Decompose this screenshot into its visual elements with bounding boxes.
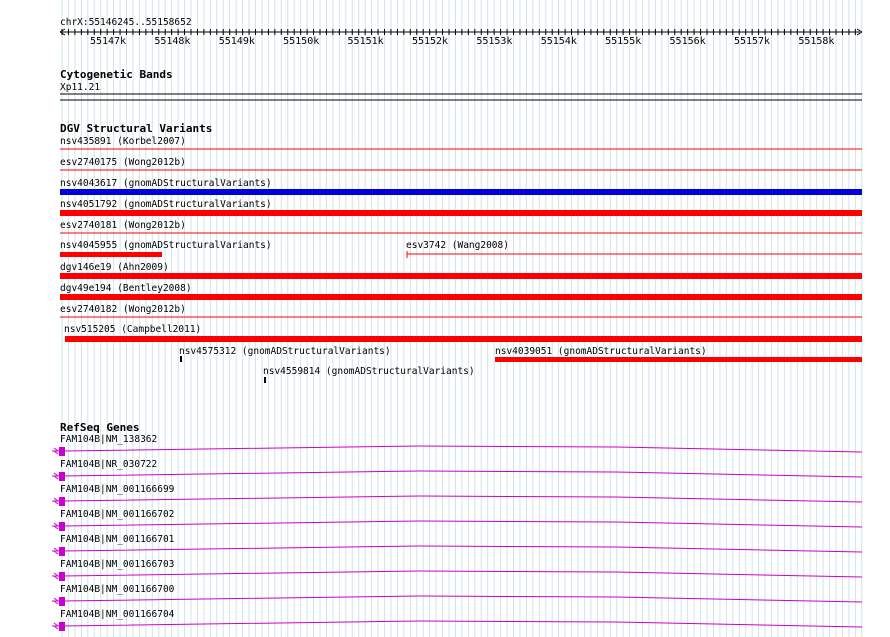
- gene-exon: [59, 497, 65, 506]
- genome-browser: chrX:55146245..55158652 55147k 55148k 5514…: [52, 0, 863, 637]
- variant-label: nsv4043617 (gnomADStructuralVariants): [60, 178, 272, 189]
- refseq-gene-list: FAM104B|NM_138362 FAM104B|NR_030722 FAM104…: [52, 434, 863, 631]
- gene-label: FAM104B|NR_030722: [60, 459, 157, 470]
- variant-feature[interactable]: esv2740182 (Wong2012b): [60, 304, 862, 318]
- variant-feature[interactable]: nsv515205 (Campbell2011): [64, 324, 862, 342]
- gene-exon: [59, 472, 65, 481]
- gene-feature[interactable]: FAM104B|NM_138362: [52, 434, 863, 456]
- gene-exon: [59, 547, 65, 556]
- variant-span: [60, 189, 862, 195]
- variant-span: [60, 273, 862, 279]
- gene-label: FAM104B|NM_001166703: [60, 559, 174, 570]
- gene-exon: [59, 597, 65, 606]
- ruler-tick-label: 55152k: [412, 36, 448, 47]
- variant-label: esv2740181 (Wong2012b): [60, 220, 186, 231]
- variant-label: nsv4039051 (gnomADStructuralVariants): [495, 346, 707, 357]
- gene-label: FAM104B|NM_001166699: [60, 484, 175, 495]
- gene-label: FAM104B|NM_138362: [60, 434, 157, 445]
- variant-span: [264, 377, 266, 383]
- cytobands-track: Cytogenetic Bands Xp11.21: [60, 68, 862, 101]
- ruler-tick-label: 55154k: [541, 36, 577, 47]
- variant-span: [60, 210, 862, 216]
- ruler-tick-label: 55157k: [734, 36, 770, 47]
- variant-feature[interactable]: esv2740181 (Wong2012b): [60, 220, 862, 234]
- variant-label: nsv4559814 (gnomADStructuralVariants): [263, 366, 475, 377]
- region-label: chrX:55146245..55158652: [60, 17, 192, 28]
- ruler-tick-label: 55150k: [283, 36, 319, 47]
- variant-label: esv3742 (Wang2008): [406, 240, 509, 251]
- dgv-track: DGV Structural Variants nsv435891 (Korbe…: [60, 122, 862, 383]
- variant-feature[interactable]: nsv435891 (Korbel2007): [60, 136, 862, 150]
- ruler-tick-label: 55158k: [798, 36, 834, 47]
- variant-feature[interactable]: nsv4045955 (gnomADStructuralVariants): [60, 240, 272, 257]
- ruler-tick-label: 55148k: [154, 36, 190, 47]
- ruler-tick-label: 55151k: [348, 36, 384, 47]
- refseq-title: RefSeq Genes: [60, 421, 139, 434]
- variant-label: dgv49e194 (Bentley2008): [60, 283, 192, 294]
- gene-label: FAM104B|NM_001166702: [60, 509, 174, 520]
- ruler-tick-label: 55156k: [670, 36, 706, 47]
- variant-label: nsv4045955 (gnomADStructuralVariants): [60, 240, 272, 251]
- gene-feature[interactable]: FAM104B|NM_001166704: [52, 609, 863, 631]
- gene-feature[interactable]: FAM104B|NM_001166699: [52, 484, 863, 506]
- gene-label: FAM104B|NM_001166700: [60, 584, 175, 595]
- variant-feature[interactable]: nsv4051792 (gnomADStructuralVariants): [60, 199, 862, 216]
- variant-feature[interactable]: dgv49e194 (Bentley2008): [60, 283, 862, 300]
- gene-feature[interactable]: FAM104B|NM_001166701: [52, 534, 863, 556]
- ruler: chrX:55146245..55158652 55147k 55148k 5514…: [59, 17, 863, 47]
- gene-label: FAM104B|NM_001166701: [60, 534, 175, 545]
- variant-label: nsv4575312 (gnomADStructuralVariants): [179, 346, 391, 357]
- variant-feature[interactable]: nsv4043617 (gnomADStructuralVariants): [60, 178, 862, 195]
- gene-feature[interactable]: FAM104B|NM_001166702: [52, 509, 863, 531]
- variant-label: esv2740175 (Wong2012b): [60, 157, 186, 168]
- variant-span: [495, 357, 862, 362]
- cytoband-label: Xp11.21: [60, 82, 100, 93]
- variant-label: nsv4051792 (gnomADStructuralVariants): [60, 199, 272, 210]
- gene-exon: [59, 522, 65, 531]
- variant-label: nsv435891 (Korbel2007): [60, 136, 186, 147]
- gene-label: FAM104B|NM_001166704: [60, 609, 175, 620]
- gene-feature[interactable]: FAM104B|NR_030722: [52, 459, 863, 481]
- variant-span: [180, 356, 182, 362]
- ruler-tick-label: 55153k: [476, 36, 512, 47]
- variant-feature[interactable]: dgv146e19 (Ahn2009): [60, 262, 862, 279]
- background-grid: [61, 0, 863, 637]
- ruler-tick-label: 55149k: [219, 36, 255, 47]
- gene-exon: [59, 622, 65, 631]
- variant-label: nsv515205 (Campbell2011): [64, 324, 201, 335]
- variant-span: [65, 336, 862, 342]
- gene-exon: [59, 572, 65, 581]
- gene-feature[interactable]: FAM104B|NM_001166703: [52, 559, 863, 581]
- dgv-title: DGV Structural Variants: [60, 122, 212, 135]
- variant-label: esv2740182 (Wong2012b): [60, 304, 186, 315]
- variant-feature[interactable]: esv2740175 (Wong2012b): [60, 157, 862, 171]
- variant-label: dgv146e19 (Ahn2009): [60, 262, 169, 273]
- ruler-tick-label: 55147k: [90, 36, 126, 47]
- gene-exon: [59, 447, 65, 456]
- ruler-tick-label: 55155k: [605, 36, 641, 47]
- variant-span: [60, 294, 862, 300]
- variant-span: [60, 252, 162, 257]
- variant-feature[interactable]: nsv4039051 (gnomADStructuralVariants): [495, 346, 862, 362]
- gene-feature[interactable]: FAM104B|NM_001166700: [52, 584, 863, 606]
- cytobands-title: Cytogenetic Bands: [60, 68, 173, 81]
- refseq-track: RefSeq Genes FAM104B|NM_138362 FAM104B|NR…: [52, 421, 863, 631]
